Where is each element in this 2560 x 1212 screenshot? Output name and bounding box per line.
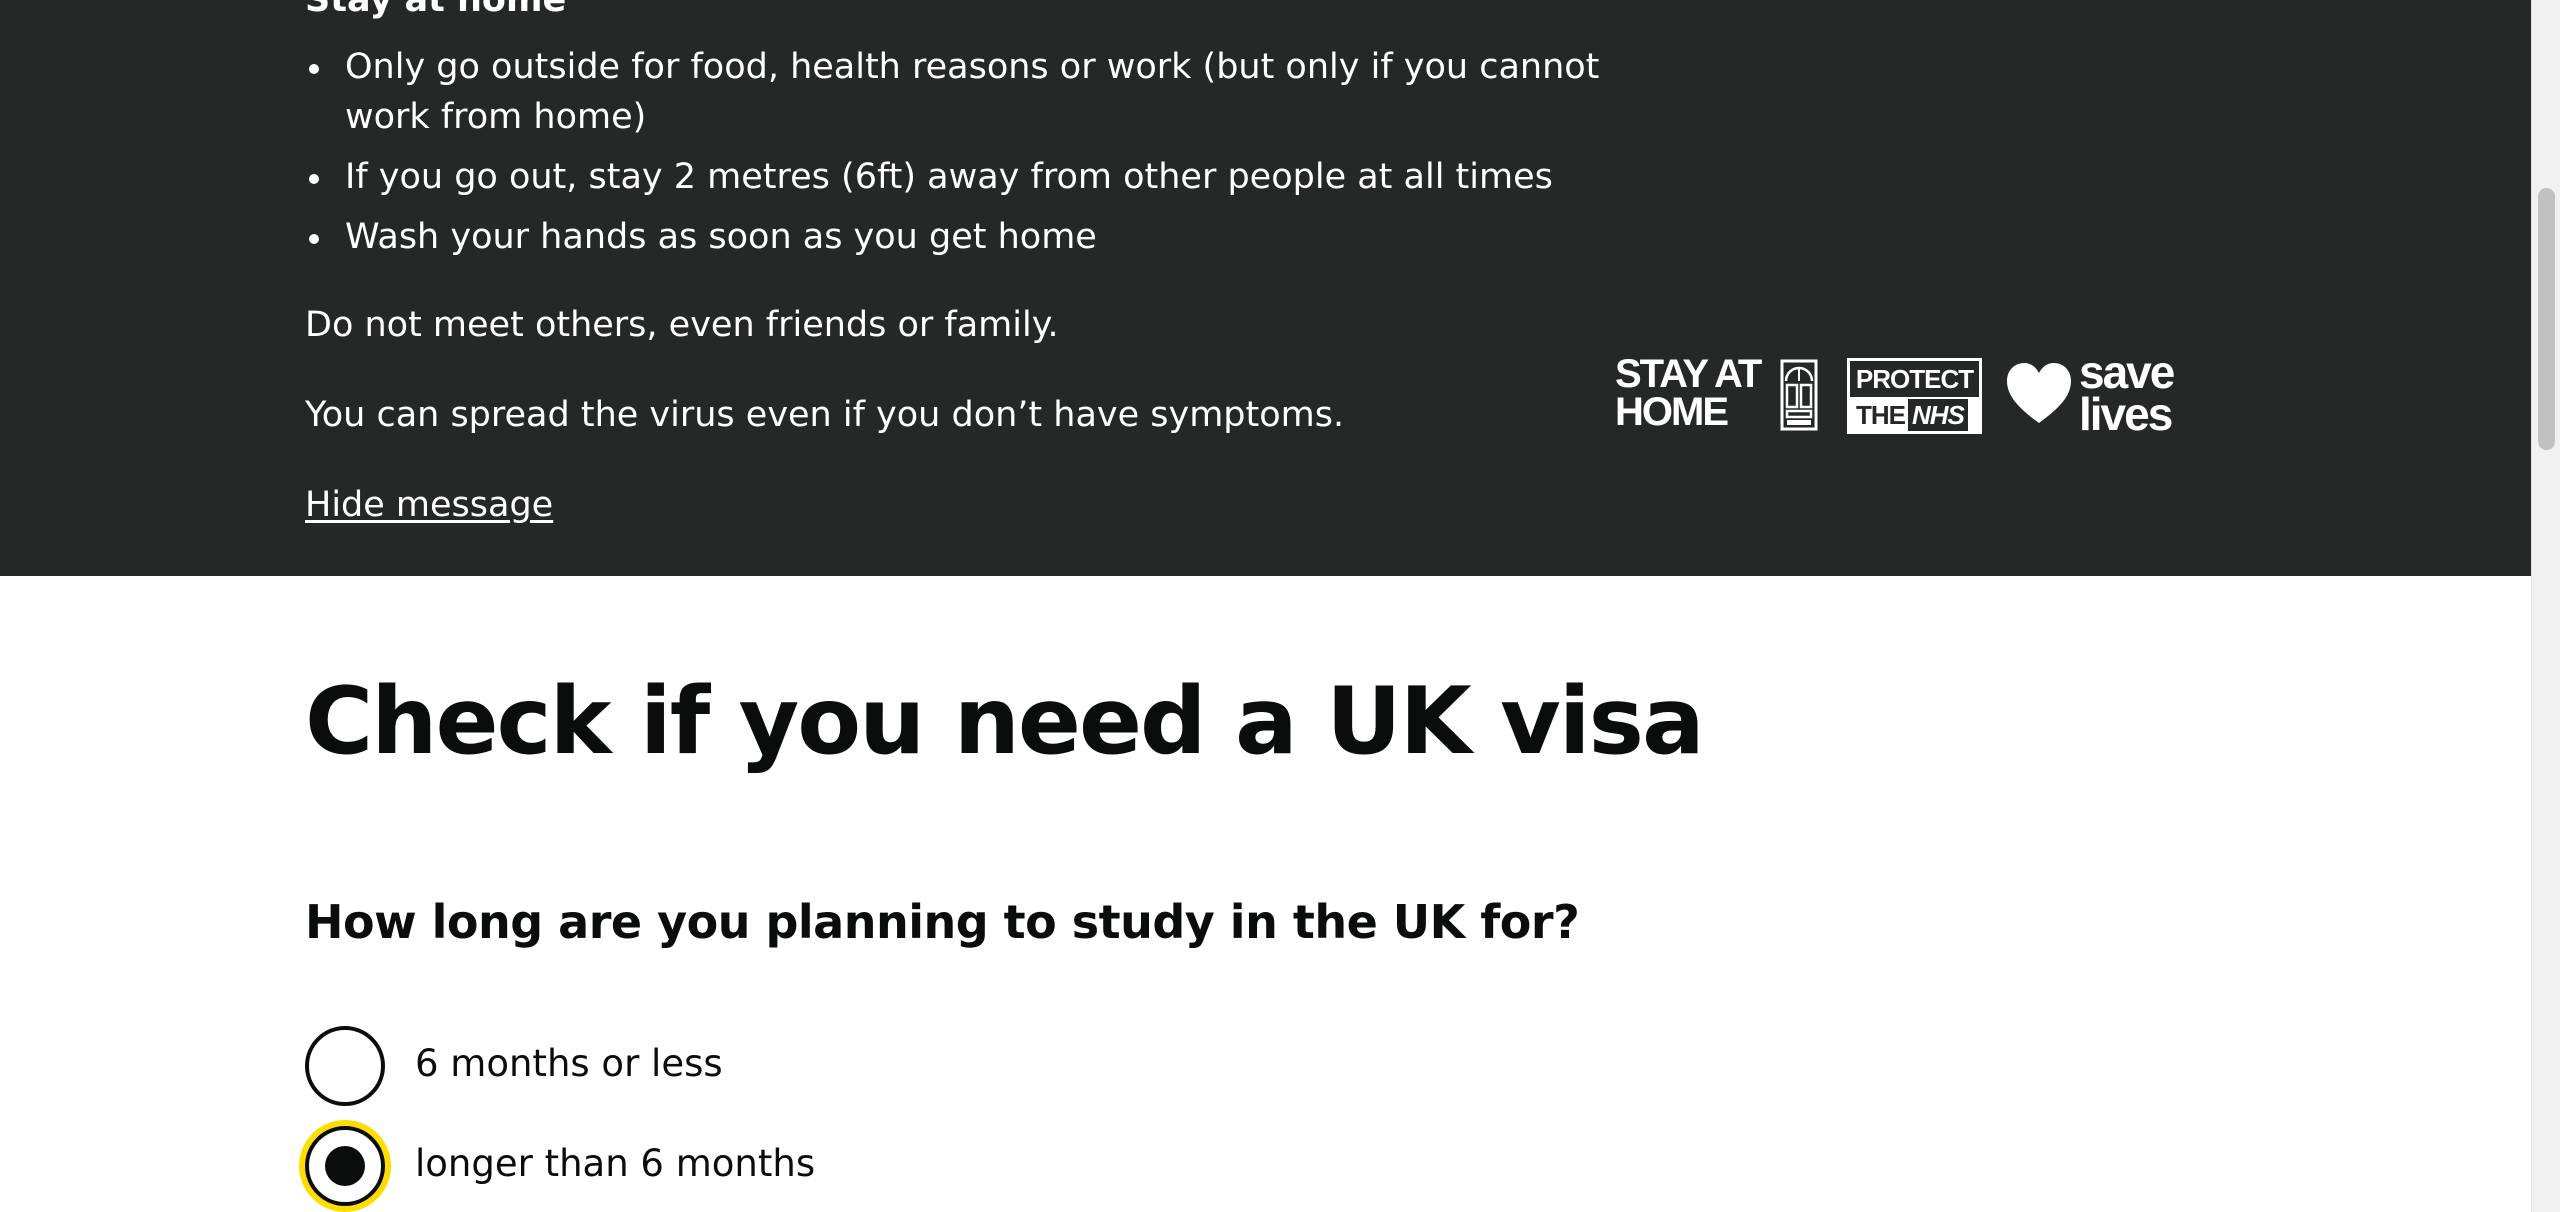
radio-option-longer-than-6-months[interactable]: longer than 6 months <box>305 1126 1505 1206</box>
protect-logo-the: THE <box>1856 400 1906 430</box>
page-title: Check if you need a UK visa <box>305 667 1705 775</box>
radio-selected-dot <box>325 1146 365 1186</box>
banner-heading: Stay at home <box>305 0 567 20</box>
question-heading: How long are you planning to study in th… <box>305 895 1580 949</box>
door-icon <box>1780 359 1818 431</box>
banner-paragraph-meet: Do not meet others, even friends or fami… <box>305 305 1059 345</box>
stay-at-home-logo: STAY AT HOME <box>1615 352 1825 435</box>
stay-at-home-logo-text: STAY AT HOME <box>1615 352 1762 434</box>
hide-message-link[interactable]: Hide message <box>305 480 553 530</box>
radio-button-selected[interactable] <box>305 1126 385 1206</box>
protect-the-nhs-logo: PROTECT THE NHS <box>1847 358 1982 434</box>
save-lives-logo: save lives <box>2005 349 2200 439</box>
banner-paragraph-symptoms: You can spread the virus even if you don… <box>305 395 1345 435</box>
radio-button[interactable] <box>305 1026 385 1106</box>
banner-bullet-list: Only go outside for food, health reasons… <box>305 42 1605 272</box>
coronavirus-banner: Stay at home Only go outside for food, h… <box>0 0 2531 576</box>
heart-icon <box>2007 363 2071 423</box>
page: Stay at home Only go outside for food, h… <box>0 0 2531 1212</box>
protect-logo-band: THE NHS <box>1850 397 1979 434</box>
radio-option-6-months-or-less[interactable]: 6 months or less <box>305 1026 1505 1106</box>
nhs-logo-mark: NHS <box>1908 399 1968 431</box>
protect-logo-line: PROTECT <box>1855 364 1974 394</box>
banner-bullet: Only go outside for food, health reasons… <box>305 42 1605 142</box>
radio-label[interactable]: longer than 6 months <box>415 1136 815 1192</box>
scrollbar-thumb[interactable] <box>2538 188 2555 450</box>
banner-bullet: If you go out, stay 2 metres (6ft) away … <box>305 152 1605 202</box>
banner-bullet: Wash your hands as soon as you get home <box>305 212 1605 262</box>
vertical-scrollbar[interactable] <box>2531 0 2560 1212</box>
campaign-logos: STAY AT HOME PROTECT THE NHS save lives <box>1615 349 2200 439</box>
save-lives-logo-text: save lives <box>2079 346 2175 440</box>
radio-label[interactable]: 6 months or less <box>415 1036 723 1092</box>
